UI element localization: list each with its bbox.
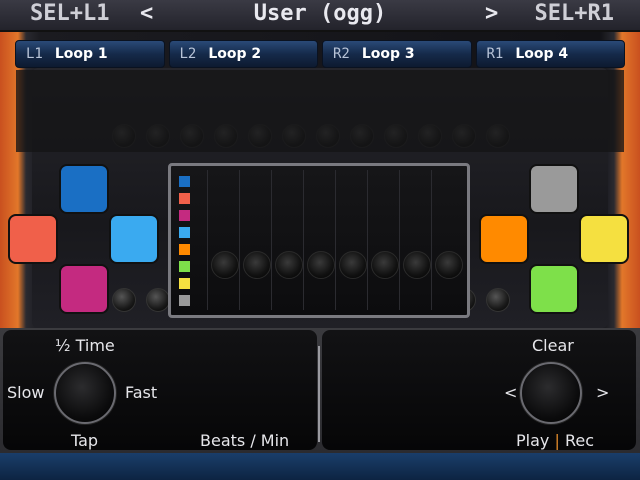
sequencer-knob-row — [211, 251, 466, 279]
loop-tabs: L1 Loop 1 L2 Loop 2 R2 Loop 3 R1 Loop 4 — [15, 40, 625, 70]
loop-name-label: Loop 1 — [54, 46, 108, 62]
pad-right-top[interactable] — [529, 164, 579, 214]
title-bar: SEL+L1 < User (ogg) > SEL+R1 — [0, 0, 640, 32]
half-time-label[interactable]: ½ Time — [55, 336, 115, 355]
track-color-swatch — [179, 210, 190, 221]
tap-label[interactable]: Tap — [71, 431, 98, 450]
loop-name-label: Loop 2 — [208, 46, 262, 62]
clear-label[interactable]: Clear — [532, 336, 574, 355]
next-loop-icon[interactable]: > — [596, 383, 609, 402]
bpm-unit-label: Beats / Min — [200, 431, 290, 450]
play-label: Play — [516, 431, 550, 450]
track-color-swatch — [179, 193, 190, 204]
prev-loop-icon[interactable]: < — [504, 383, 517, 402]
tempo-knob[interactable] — [54, 362, 116, 424]
pad-left-left[interactable] — [8, 214, 58, 264]
next-arrow-icon[interactable]: > — [485, 1, 498, 26]
loop-name-label: Loop 3 — [361, 46, 415, 62]
loop-tab-3[interactable]: R2 Loop 3 — [322, 40, 472, 68]
loop-name-label: Loop 4 — [515, 46, 569, 62]
loop-tab-4[interactable]: R1 Loop 4 — [475, 40, 625, 68]
panel-divider — [318, 346, 320, 442]
loop-key-label: R1 — [486, 46, 504, 62]
loop-key-label: L2 — [179, 46, 197, 62]
track-color-swatch — [179, 261, 190, 272]
pad-right-left[interactable] — [479, 214, 529, 264]
track-color-swatch — [179, 295, 190, 306]
rec-label: Rec — [564, 431, 594, 450]
record-panel: Clear < > Play | Rec — [322, 330, 636, 450]
pad-left-top[interactable] — [59, 164, 109, 214]
sequencer-screen — [168, 163, 470, 318]
track-color-swatch — [179, 227, 190, 238]
footer-bar — [0, 453, 640, 480]
track-color-swatch — [179, 278, 190, 289]
pad-left-bottom[interactable] — [59, 264, 109, 314]
pad-right-right[interactable] — [579, 214, 629, 264]
pad-left-right[interactable] — [109, 214, 159, 264]
loop-tab-1[interactable]: L1 Loop 1 — [15, 40, 165, 68]
slow-label: Slow — [7, 383, 45, 402]
track-color-legend — [179, 176, 191, 312]
track-color-swatch — [179, 244, 190, 255]
tempo-panel: ½ Time Slow Fast Tap Beats / Min — [3, 330, 317, 450]
loop-key-label: L1 — [26, 46, 43, 62]
fast-label: Fast — [125, 383, 158, 402]
record-knob[interactable] — [520, 362, 582, 424]
play-rec-label[interactable]: Play | Rec — [516, 431, 594, 450]
pad-right-bottom[interactable] — [529, 264, 579, 314]
track-color-swatch — [179, 176, 190, 187]
next-shortcut-label[interactable]: SEL+R1 — [535, 1, 614, 26]
status-overlay — [16, 70, 624, 152]
control-panel: ½ Time Slow Fast Tap Beats / Min Clear <… — [0, 328, 640, 453]
loop-key-label: R2 — [333, 46, 350, 62]
play-rec-separator: | — [554, 431, 560, 450]
loop-tab-2[interactable]: L2 Loop 2 — [168, 40, 318, 68]
